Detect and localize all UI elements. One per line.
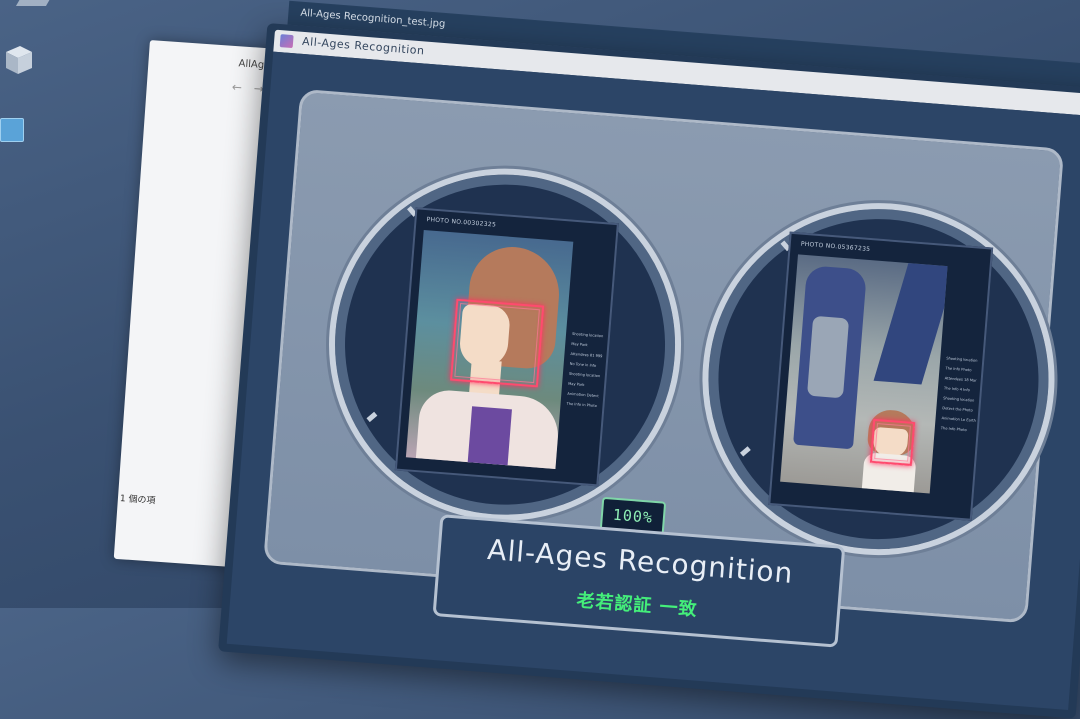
app-body: PHOTO NO.00302325 Shooting location May … (226, 51, 1080, 710)
info-line: No Tone in Info (569, 361, 597, 368)
info-line: Animation Lo Earth (941, 416, 977, 423)
info-line: The Info Photo (940, 426, 967, 433)
right-photo-id: PHOTO NO.05367235 (800, 240, 871, 254)
info-line: The Info Photo (945, 366, 972, 373)
info-line: May Park (567, 381, 585, 388)
right-photo-image (780, 254, 948, 494)
circle-notch (739, 446, 751, 457)
info-line: Attendees 18 Mar (944, 376, 977, 383)
app-title: All-Ages Recognition (301, 34, 425, 58)
info-line: Shooting location (946, 356, 978, 363)
shirt-shape (467, 406, 512, 470)
right-scan-circle: PHOTO NO.05367235 Shooting location The … (689, 189, 1068, 569)
face-detection-box (450, 298, 545, 388)
left-scan-circle: PHOTO NO.00302325 Shooting location May … (315, 155, 695, 534)
left-photo-id: PHOTO NO.00302325 (426, 216, 497, 229)
legs-shape (873, 263, 948, 385)
right-info-list: Shooting location The Info Photo Attende… (940, 356, 980, 438)
left-info-list: Shooting location May Park Attendees 81 … (566, 332, 606, 414)
info-line: Shooting location (568, 371, 601, 379)
left-photo-image (405, 229, 574, 470)
app-icon (279, 34, 294, 49)
info-line: Shooting location (571, 331, 604, 339)
backpack-shape (806, 315, 850, 399)
face-detection-box (869, 418, 916, 466)
info-line: Attendees 81 999 (570, 351, 603, 359)
right-photo-card: PHOTO NO.05367235 Shooting location The … (768, 231, 994, 521)
info-line: Animation Detect (567, 391, 599, 399)
info-line: The Info 4 Info (943, 386, 971, 393)
desktop-partial-icon[interactable] (15, 0, 55, 6)
recognition-panel: PHOTO NO.00302325 Shooting location May … (263, 88, 1068, 648)
result-box: All-Ages Recognition 老若認証 一致 (432, 514, 846, 648)
document-icon[interactable] (0, 118, 24, 142)
info-line: Detect the Photo (942, 406, 973, 413)
explorer-status: 1 個の項 (119, 494, 156, 507)
info-line: The Info in Photo (566, 401, 598, 409)
app-frame: All-Ages Recognition PHOTO NO.00302325 S… (218, 23, 1080, 719)
cube-icon[interactable] (0, 42, 36, 78)
app-window: All-Ages Recognition_test.jpg All-Ages R… (178, 0, 1080, 719)
info-line: May Park (571, 341, 588, 348)
info-line: Shooting location (943, 396, 975, 403)
left-photo-card: PHOTO NO.00302325 Shooting location May … (394, 207, 619, 487)
circle-notch (366, 411, 378, 423)
